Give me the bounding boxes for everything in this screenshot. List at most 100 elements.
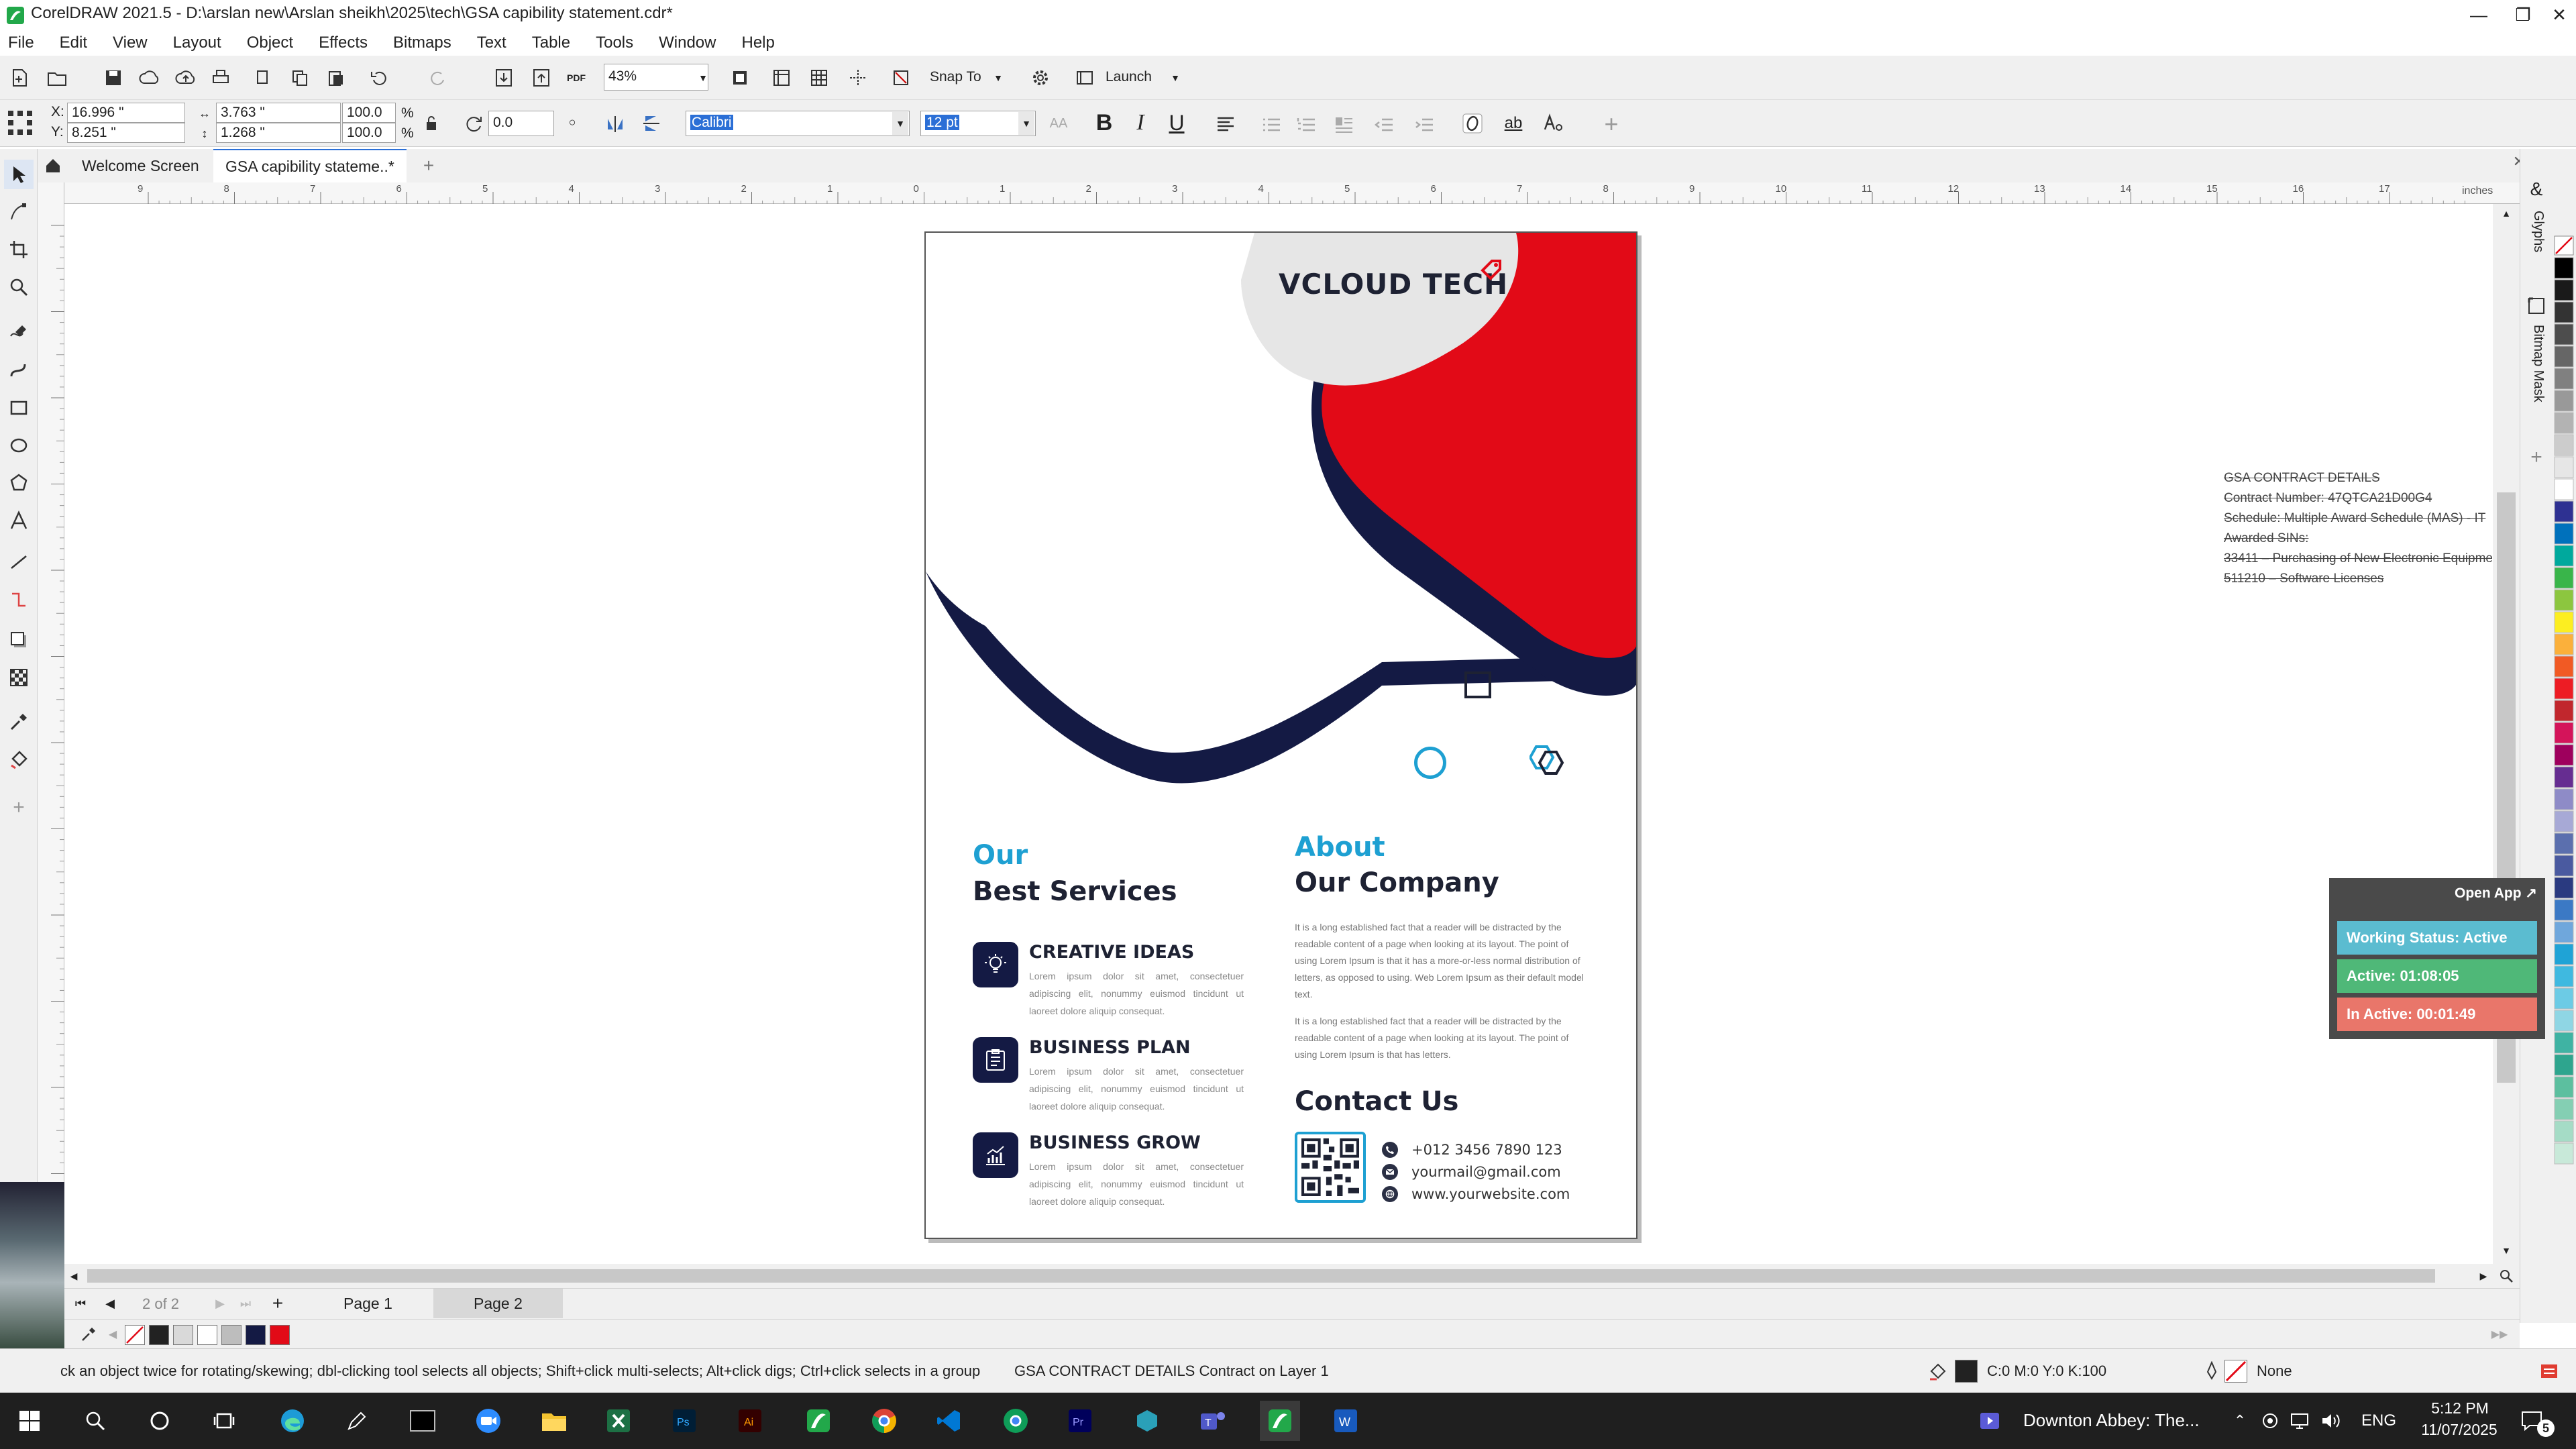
menu-bitmaps[interactable]: Bitmaps [393,34,451,52]
text-align-icon[interactable] [1210,109,1241,140]
add-tab-icon[interactable]: + [417,154,440,177]
cortana-icon[interactable] [140,1401,180,1441]
swatch-light-gray[interactable] [221,1325,241,1345]
artistic-media-icon[interactable] [4,356,34,385]
tab-welcome-screen[interactable]: Welcome Screen [74,149,207,182]
menu-effects[interactable]: Effects [319,34,368,52]
fill-icon[interactable] [1927,1360,1949,1383]
options-gear-icon[interactable] [1025,62,1056,93]
swatch-black[interactable] [149,1325,169,1345]
paste-icon[interactable] [321,62,352,93]
import-icon[interactable] [488,62,519,93]
add-tool-icon[interactable]: + [4,793,34,822]
media-title[interactable]: Downton Abbey: The... [2023,1410,2200,1431]
font-scale-icon[interactable]: AA [1045,112,1072,135]
underline-button[interactable]: U [1163,109,1190,136]
palette-swatches[interactable] [2552,149,2576,1323]
coreldraw-active-icon[interactable] [1260,1401,1300,1441]
connector-tool-icon[interactable] [4,585,34,614]
page-tab-2[interactable]: Page 2 [433,1289,563,1318]
menu-table[interactable]: Table [532,34,570,52]
illustrator-icon[interactable]: Ai [730,1401,770,1441]
bullet-list-icon[interactable] [1256,109,1287,140]
glyphs-docker-tab[interactable]: Glyphs [2527,211,2546,284]
file-explorer-icon[interactable] [534,1401,574,1441]
font-size-dropdown-icon[interactable]: ▼ [1018,112,1034,135]
premiere-icon[interactable]: Pr [1060,1401,1100,1441]
zoom-app-icon[interactable] [468,1401,508,1441]
shape-tool-icon[interactable] [4,197,34,227]
text-properties-icon[interactable] [1538,108,1568,139]
palette-scroll-right-icon[interactable]: ▶▶ [2486,1326,2513,1342]
cloud-download-icon[interactable] [134,62,165,93]
excel-icon[interactable] [598,1401,639,1441]
menu-layout[interactable]: Layout [173,34,221,52]
media-play-icon[interactable] [1978,1409,2002,1433]
ellipse-tool-icon[interactable] [4,431,34,460]
eyedropper-icon[interactable] [4,707,34,737]
swatch-white[interactable] [197,1325,217,1345]
polygon-tool-icon[interactable] [4,468,34,498]
show-guidelines-icon[interactable] [843,62,873,93]
x-position-field[interactable]: 16.996 " [67,103,185,123]
tray-chevron-icon[interactable]: ⌃ [2230,1409,2250,1433]
scroll-down-icon[interactable]: ▼ [2500,1244,2513,1257]
next-page-icon[interactable]: ▶ [211,1294,229,1313]
snap-to-button[interactable]: Snap To [930,69,981,85]
fill-color-swatch[interactable] [1955,1360,1978,1383]
bitmap-mask-icon[interactable] [2520,292,2553,319]
chrome-profile-icon[interactable] [996,1401,1036,1441]
menu-edit[interactable]: Edit [60,34,87,52]
height-field[interactable]: 1.268 " [216,123,341,143]
word-icon[interactable]: W [1326,1401,1366,1441]
chrome-icon[interactable] [864,1401,904,1441]
clock-date[interactable]: 11/07/2025 [2414,1421,2505,1439]
font-family-field[interactable]: Calibri [686,111,910,136]
freehand-tool-icon[interactable] [4,318,34,347]
drop-cap-icon[interactable] [1328,109,1359,140]
width-field[interactable]: 3.763 " [216,103,341,123]
zoom-dropdown-icon[interactable]: ▼ [698,66,708,89]
numbered-list-icon[interactable] [1291,109,1322,140]
vertical-ruler[interactable] [38,182,64,1256]
swatch-none[interactable] [125,1325,145,1345]
transparency-icon[interactable] [4,663,34,692]
vscode-icon[interactable] [928,1401,969,1441]
swatch-red[interactable] [270,1325,290,1345]
windows-start-icon[interactable] [9,1401,50,1441]
copy-icon[interactable] [284,62,315,93]
task-view-icon[interactable] [204,1401,244,1441]
gsa-contract-text-block[interactable]: GSA CONTRACT DETAILS Contract Number: 47… [2224,468,2492,589]
tab-document[interactable]: GSA capibility stateme..* [213,149,407,182]
export-pdf-button[interactable]: PDF [561,62,592,93]
close-button[interactable]: ✕ [2529,0,2576,30]
scroll-right-icon[interactable]: ▶ [2477,1269,2490,1283]
glyphs-icon[interactable]: & [2520,176,2553,203]
home-icon[interactable] [43,156,63,176]
show-rulers-icon[interactable] [766,62,797,93]
snap-off-icon[interactable] [885,62,916,93]
lock-ratio-icon[interactable] [421,113,441,133]
horizontal-scrollbar[interactable]: ◀ ▶ [64,1264,2520,1288]
menu-file[interactable]: File [8,34,34,52]
mirror-horizontal-icon[interactable] [600,108,631,139]
scale-height-field[interactable]: 100.0 [342,123,396,143]
app-cube-icon[interactable] [1127,1401,1167,1441]
page-tab-1[interactable]: Page 1 [334,1289,402,1318]
bold-button[interactable]: B [1091,109,1118,136]
text-tool-icon[interactable] [4,506,34,535]
save-icon[interactable] [98,62,129,93]
rectangle-tool-icon[interactable] [4,393,34,423]
status-options-icon[interactable] [2537,1360,2561,1383]
pen-outline-icon[interactable] [2200,1360,2223,1383]
outline-color-swatch[interactable] [2224,1360,2247,1383]
terminal-icon[interactable] [402,1401,443,1441]
horizontal-scroll-thumb[interactable] [87,1269,2435,1283]
document-page[interactable]: VCLOUD TECH Our Best Services CREATIVE I… [924,231,1638,1239]
horizontal-ruler[interactable]: 9 8 7 6 5 4 3 2 1 0 1 2 3 4 5 6 7 8 9 10 11 12 13 14 15 16 17 inch… [38,182,2520,204]
clock-time[interactable]: 5:12 PM [2423,1399,2497,1417]
menu-object[interactable]: Object [247,34,293,52]
cloud-upload-icon[interactable] [170,62,201,93]
first-page-icon[interactable]: ⏮ [71,1294,90,1313]
launch-dropdown-icon[interactable]: ▼ [1170,68,1181,88]
